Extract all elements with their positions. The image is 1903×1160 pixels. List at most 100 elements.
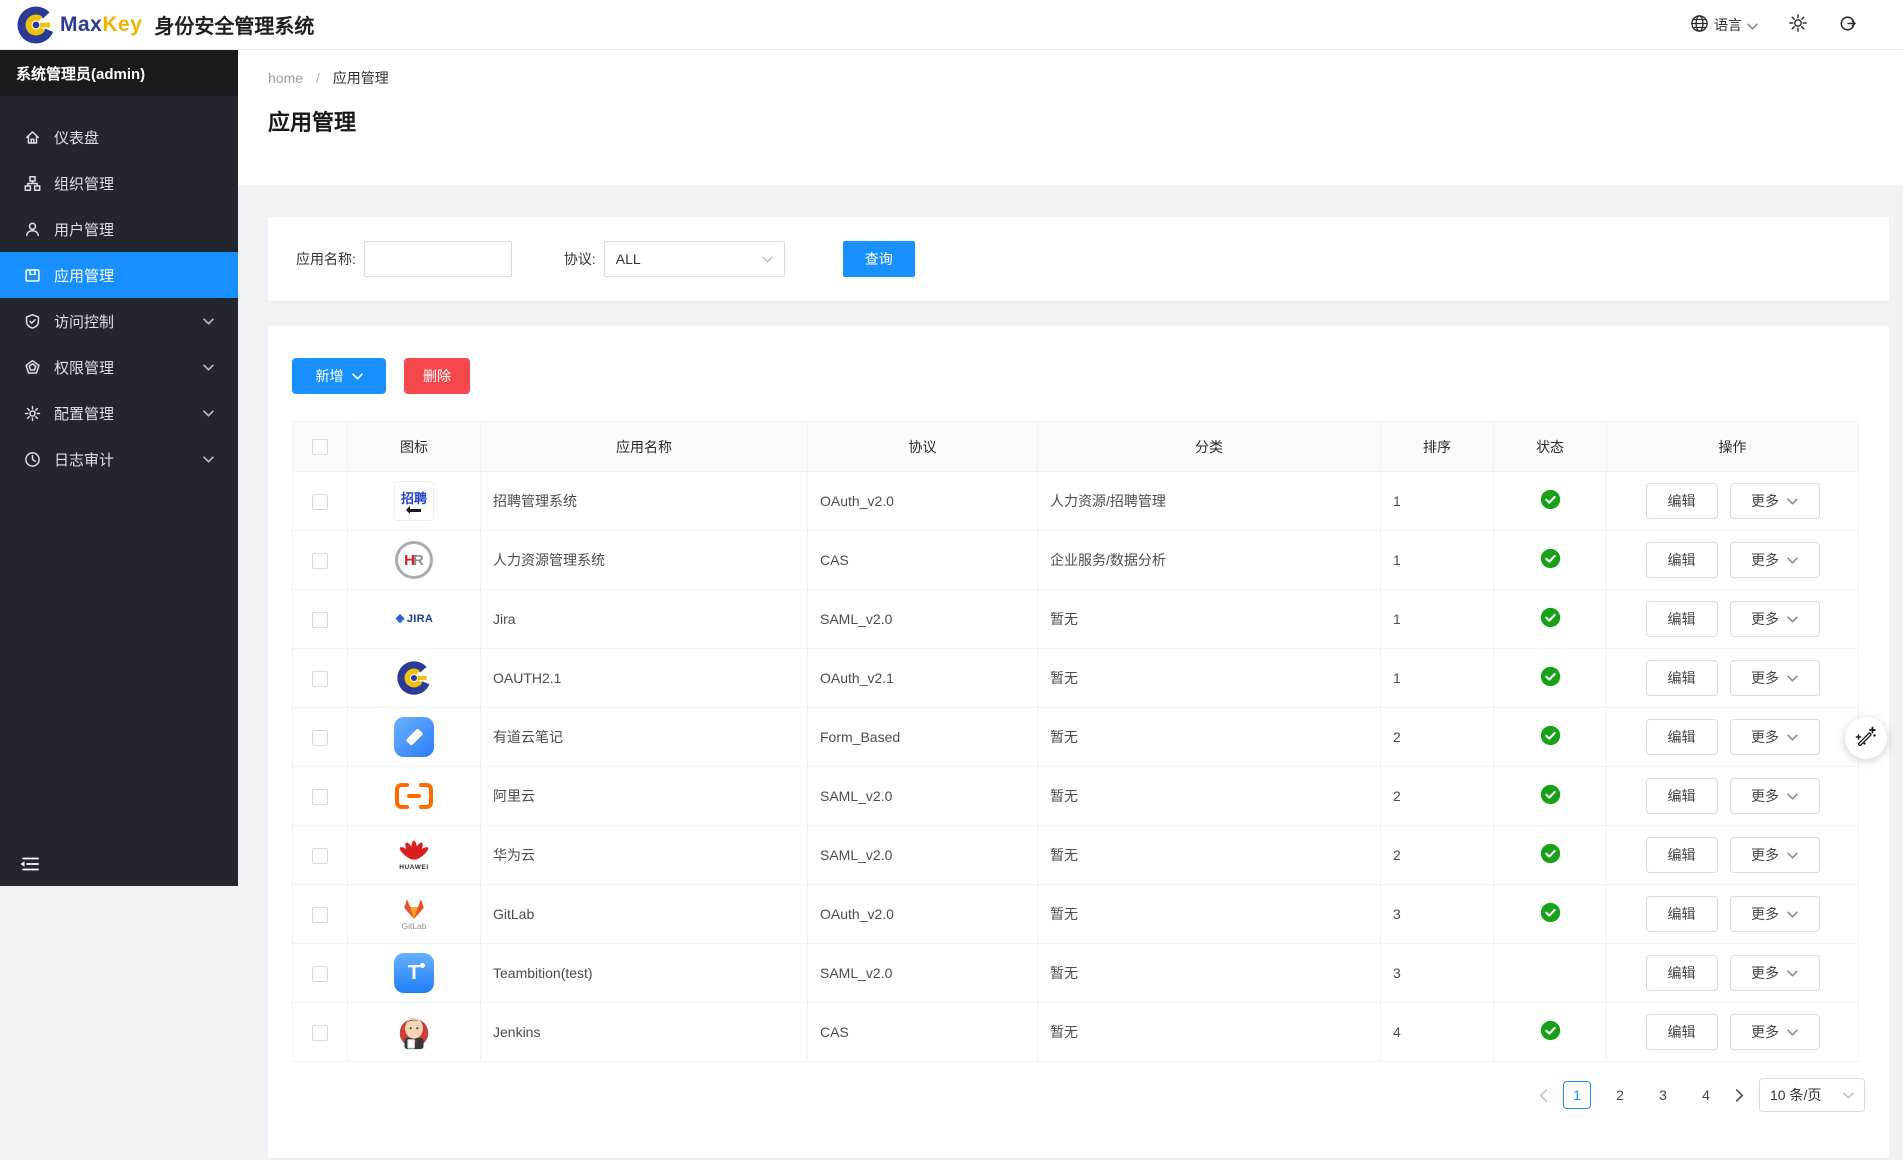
language-menu[interactable]: 语言 bbox=[1690, 14, 1758, 36]
hr-app-icon: HR bbox=[348, 541, 480, 579]
cell-protocol: SAML_v2.0 bbox=[808, 767, 1038, 826]
chevron-down-icon bbox=[1787, 852, 1798, 859]
protocol-select[interactable]: ALL bbox=[604, 241, 785, 277]
search-button[interactable]: 查询 bbox=[843, 241, 915, 277]
status-ok-icon bbox=[1540, 607, 1561, 628]
row-checkbox[interactable] bbox=[312, 966, 328, 982]
row-checkbox[interactable] bbox=[312, 848, 328, 864]
page-number-2[interactable]: 2 bbox=[1606, 1081, 1634, 1109]
language-label: 语言 bbox=[1714, 15, 1742, 35]
more-button[interactable]: 更多 bbox=[1730, 483, 1820, 519]
table-row: 招聘招聘管理系统OAuth_v2.0人力资源/招聘管理1编辑更多 bbox=[293, 472, 1859, 531]
cell-sort: 3 bbox=[1381, 885, 1494, 944]
table-toolbar: 新增 删除 bbox=[292, 358, 1865, 394]
teambition-app-icon: T bbox=[348, 953, 480, 993]
status-ok-icon bbox=[1540, 902, 1561, 923]
next-page-button[interactable] bbox=[1735, 1089, 1744, 1102]
cell-app-name: Jira bbox=[481, 590, 808, 649]
chevron-down-icon bbox=[1787, 1029, 1798, 1036]
header-select-all-cell bbox=[293, 422, 348, 472]
app-name-input[interactable] bbox=[364, 241, 512, 277]
sidebar-item-5[interactable]: 权限管理 bbox=[0, 344, 238, 390]
cell-status bbox=[1494, 767, 1607, 826]
cell-category: 暂无 bbox=[1038, 767, 1381, 826]
more-button[interactable]: 更多 bbox=[1730, 542, 1820, 578]
more-button[interactable]: 更多 bbox=[1730, 601, 1820, 637]
config-gear-icon bbox=[24, 405, 41, 422]
add-button[interactable]: 新增 bbox=[292, 358, 386, 394]
cell-protocol: Form_Based bbox=[808, 708, 1038, 767]
row-checkbox[interactable] bbox=[312, 1025, 328, 1041]
cell-status bbox=[1494, 590, 1607, 649]
more-button[interactable]: 更多 bbox=[1730, 896, 1820, 932]
prev-page-button[interactable] bbox=[1539, 1089, 1548, 1102]
page-number-3[interactable]: 3 bbox=[1649, 1081, 1677, 1109]
select-all-checkbox[interactable] bbox=[312, 439, 328, 455]
cell-category: 暂无 bbox=[1038, 826, 1381, 885]
row-checkbox[interactable] bbox=[312, 907, 328, 923]
delete-button[interactable]: 删除 bbox=[404, 358, 470, 394]
table-header-row: 图标应用名称协议分类排序状态操作 bbox=[293, 422, 1859, 472]
page-title: 应用管理 bbox=[268, 105, 1873, 137]
edit-button[interactable]: 编辑 bbox=[1646, 896, 1718, 932]
cell-category: 人力资源/招聘管理 bbox=[1038, 472, 1381, 531]
sidebar-item-label: 应用管理 bbox=[54, 265, 114, 286]
row-checkbox[interactable] bbox=[312, 671, 328, 687]
edit-button[interactable]: 编辑 bbox=[1646, 483, 1718, 519]
settings-button[interactable] bbox=[1788, 13, 1808, 36]
more-button[interactable]: 更多 bbox=[1730, 955, 1820, 991]
logout-button[interactable] bbox=[1838, 14, 1857, 36]
edit-button[interactable]: 编辑 bbox=[1646, 778, 1718, 814]
cell-protocol: SAML_v2.0 bbox=[808, 944, 1038, 1003]
sidebar-item-4[interactable]: 访问控制 bbox=[0, 298, 238, 344]
more-button[interactable]: 更多 bbox=[1730, 660, 1820, 696]
sidebar-item-0[interactable]: 仪表盘 bbox=[0, 114, 238, 160]
cell-category: 暂无 bbox=[1038, 649, 1381, 708]
gitlab-app-icon: GitLab bbox=[348, 894, 480, 934]
edit-button[interactable]: 编辑 bbox=[1646, 601, 1718, 637]
chevron-down-icon bbox=[1787, 970, 1798, 977]
row-checkbox[interactable] bbox=[312, 730, 328, 746]
more-button[interactable]: 更多 bbox=[1730, 778, 1820, 814]
edit-button[interactable]: 编辑 bbox=[1646, 660, 1718, 696]
cell-app-name: Teambition(test) bbox=[481, 944, 808, 1003]
sidebar-item-6[interactable]: 配置管理 bbox=[0, 390, 238, 436]
sidebar-item-2[interactable]: 用户管理 bbox=[0, 206, 238, 252]
chevron-down-icon bbox=[203, 318, 214, 325]
table-row: HR人力资源管理系统CAS企业服务/数据分析1编辑更多 bbox=[293, 531, 1859, 590]
row-checkbox[interactable] bbox=[312, 494, 328, 510]
cell-app-name: OAUTH2.1 bbox=[481, 649, 808, 708]
theme-wand-button[interactable] bbox=[1845, 717, 1887, 759]
cell-sort: 1 bbox=[1381, 649, 1494, 708]
more-button[interactable]: 更多 bbox=[1730, 719, 1820, 755]
row-checkbox[interactable] bbox=[312, 789, 328, 805]
row-checkbox[interactable] bbox=[312, 612, 328, 628]
more-button[interactable]: 更多 bbox=[1730, 837, 1820, 873]
cell-sort: 4 bbox=[1381, 1003, 1494, 1062]
brand: MaxKey 身份安全管理系统 bbox=[0, 5, 314, 45]
cell-protocol: SAML_v2.0 bbox=[808, 826, 1038, 885]
page-size-select[interactable]: 10 条/页 bbox=[1759, 1078, 1865, 1112]
chevron-down-icon bbox=[1787, 793, 1798, 800]
table-row: TTeambition(test)SAML_v2.0暂无3编辑更多 bbox=[293, 944, 1859, 1003]
status-ok-icon bbox=[1540, 489, 1561, 510]
row-checkbox[interactable] bbox=[312, 553, 328, 569]
more-button[interactable]: 更多 bbox=[1730, 1014, 1820, 1050]
edit-button[interactable]: 编辑 bbox=[1646, 719, 1718, 755]
edit-button[interactable]: 编辑 bbox=[1646, 542, 1718, 578]
column-header: 协议 bbox=[808, 422, 1038, 472]
breadcrumb-home-link[interactable]: home bbox=[268, 70, 303, 86]
edit-button[interactable]: 编辑 bbox=[1646, 955, 1718, 991]
sidebar-item-1[interactable]: 组织管理 bbox=[0, 160, 238, 206]
collapse-sidebar-button[interactable] bbox=[18, 852, 44, 876]
sidebar-item-3[interactable]: 应用管理 bbox=[0, 252, 238, 298]
sidebar-item-label: 仪表盘 bbox=[54, 127, 99, 148]
page-number-1[interactable]: 1 bbox=[1563, 1081, 1591, 1109]
edit-button[interactable]: 编辑 bbox=[1646, 837, 1718, 873]
brand-suffix: 身份安全管理系统 bbox=[154, 10, 314, 39]
edit-button[interactable]: 编辑 bbox=[1646, 1014, 1718, 1050]
page-number-4[interactable]: 4 bbox=[1692, 1081, 1720, 1109]
cell-sort: 1 bbox=[1381, 472, 1494, 531]
main-content: home / 应用管理 应用管理 应用名称: 协议: ALL 查询 新增 删除 bbox=[238, 50, 1903, 1160]
sidebar-item-7[interactable]: 日志审计 bbox=[0, 436, 238, 482]
